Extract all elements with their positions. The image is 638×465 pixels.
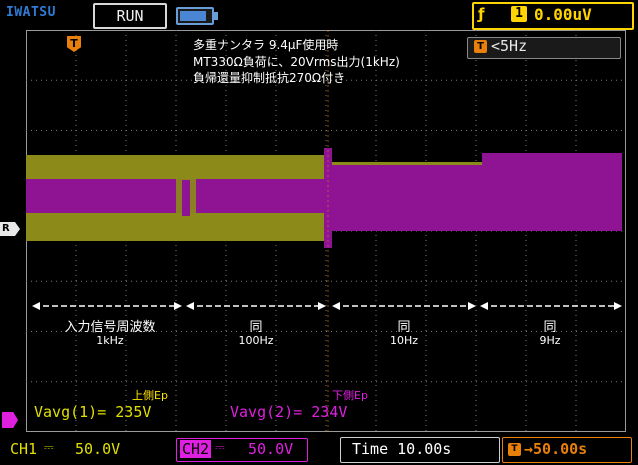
segment-2-title: 同 bbox=[249, 320, 263, 335]
frequency-counter: <5Hz bbox=[491, 37, 528, 55]
annotation-line-3: 負帰還量抑制抵抗270Ω付き bbox=[193, 71, 346, 85]
graticule bbox=[26, 30, 626, 432]
segment-3-freq: 10Hz bbox=[389, 334, 419, 347]
ch2-ground-marker bbox=[2, 412, 18, 428]
horizontal-delay-readout[interactable]: →50.00s bbox=[524, 440, 587, 458]
upper-ep-label: 上側Ep bbox=[132, 389, 168, 402]
segment-2-freq: 100Hz bbox=[238, 334, 274, 347]
run-stop-status[interactable]: RUN bbox=[93, 3, 167, 29]
segment-arrow-left-head-3 bbox=[332, 302, 340, 310]
segment-arrow-right-head-4 bbox=[614, 302, 622, 310]
ch2-label[interactable]: CH2 bbox=[180, 440, 212, 458]
segment-4-title: 同 bbox=[543, 320, 557, 335]
segment-3-title: 同 bbox=[397, 320, 411, 335]
brand-logo: IWATSU bbox=[6, 5, 56, 20]
annotation-line-2: MT330Ω負荷に、20Vrms出力(1kHz) bbox=[193, 55, 400, 69]
ch2-dc-coupling-icon: ⎓ bbox=[215, 440, 225, 454]
segment-1-title: 入力信号周波数 bbox=[64, 320, 156, 335]
segment-4-freq: 9Hz bbox=[539, 334, 561, 347]
annotation-line-1: 多重ナンタラ 9.4μF使用時 bbox=[193, 38, 339, 52]
ch2-average-measurement: Vavg(2)= 234V bbox=[230, 403, 348, 421]
segment-1-freq: 1kHz bbox=[96, 334, 124, 347]
ch1-vertical-scale[interactable]: 50.0V bbox=[75, 440, 120, 458]
trigger-source-badge: 1 bbox=[511, 6, 527, 22]
ch1-label[interactable]: CH1 bbox=[10, 440, 37, 458]
segment-arrow-right-head-3 bbox=[468, 302, 476, 310]
segment-arrow-right-head-2 bbox=[318, 302, 326, 310]
rising-edge-icon: ƒ bbox=[478, 5, 485, 23]
ch1-average-measurement: Vavg(1)= 235V bbox=[34, 403, 152, 421]
timebase-readout[interactable]: Time 10.00s bbox=[352, 440, 451, 458]
waveforms bbox=[26, 148, 622, 248]
waveform-display bbox=[26, 30, 626, 432]
delay-trigger-icon: T bbox=[508, 443, 521, 456]
ch2-vertical-scale[interactable]: 50.0V bbox=[248, 440, 293, 458]
ch2-envelope-2 bbox=[330, 165, 482, 231]
reference-marker: R bbox=[0, 222, 20, 236]
trigger-icon: T bbox=[474, 40, 487, 53]
segment-arrow-left-head-2 bbox=[186, 302, 194, 310]
segment-arrow-left-head-1 bbox=[32, 302, 40, 310]
ch2-glitch bbox=[182, 180, 190, 216]
ch2-transition-spike bbox=[324, 148, 332, 248]
segment-arrow-right-head-1 bbox=[174, 302, 182, 310]
lower-ep-label: 下側Ep bbox=[332, 389, 368, 402]
ch1-dc-coupling-icon: ⎓ bbox=[44, 440, 54, 454]
segment-arrow-left-head-4 bbox=[480, 302, 488, 310]
battery-icon bbox=[176, 7, 218, 25]
ch2-envelope-3 bbox=[482, 153, 622, 231]
trigger-level-readout: 0.00uV bbox=[534, 5, 592, 24]
